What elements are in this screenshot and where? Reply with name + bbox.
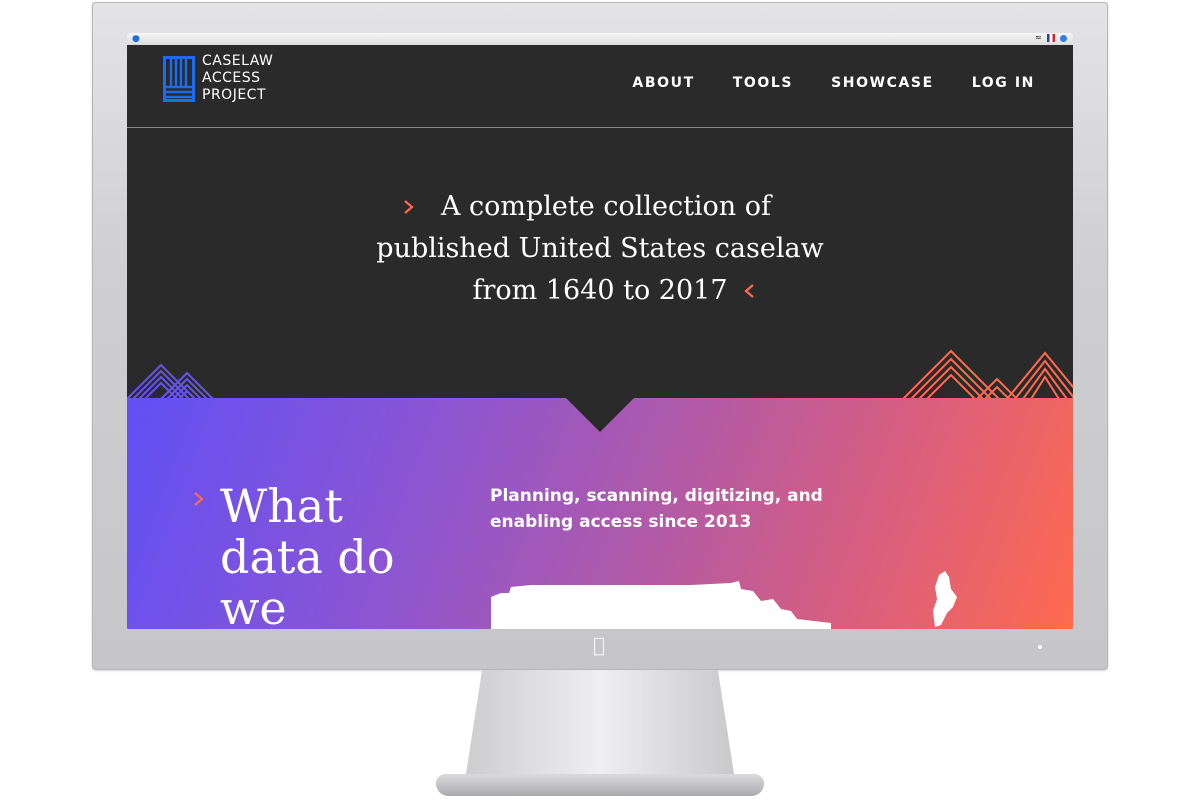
hero-line-2: published United States caselaw (376, 233, 824, 264)
nav-showcase[interactable]: SHOWCASE (831, 75, 934, 91)
apple-logo-icon:  (588, 634, 610, 656)
site-header: CASELAW ACCESS PROJECT ABOUT TOOLS SHOWC… (127, 45, 1073, 128)
status-dot-icon[interactable] (1060, 34, 1067, 42)
screen: ● ≈ CASELAW ACCESS PROJECT ABOUT TOOLS S… (127, 33, 1073, 629)
maine-map-illustration (933, 571, 957, 627)
flag-icon[interactable] (1047, 34, 1055, 42)
caselaw-logo-icon[interactable] (163, 56, 195, 102)
nav-about[interactable]: ABOUT (632, 75, 694, 91)
nav-tools[interactable]: TOOLS (733, 75, 793, 91)
mountains-left-decoration (127, 363, 214, 399)
mountains-right-decoration (903, 349, 1073, 399)
power-indicator (1038, 645, 1042, 649)
hero-line-3: from 1640 to 2017 (472, 275, 728, 306)
chevron-right-icon (194, 492, 204, 506)
us-map-illustration (491, 581, 831, 629)
hero-line-1: A complete collection of (440, 191, 772, 222)
wifi-icon[interactable]: ≈ (1035, 34, 1042, 42)
main-nav: ABOUT TOOLS SHOWCASE LOG IN (632, 75, 1035, 91)
logo-line-1: CASELAW (202, 53, 274, 69)
monitor-stand-base (436, 774, 764, 796)
logo-line-3: PROJECT (202, 87, 266, 103)
logo-text[interactable]: CASELAW ACCESS PROJECT (202, 53, 273, 104)
section-tagline: Planning, scanning, digitizing, and enab… (490, 486, 823, 532)
section-title: What data do we (220, 479, 395, 630)
nav-login[interactable]: LOG IN (972, 75, 1035, 91)
apple-menu-icon[interactable]: ● (132, 33, 140, 45)
logo-line-2: ACCESS (202, 70, 261, 86)
chevron-left-icon (744, 284, 754, 298)
monitor-stand (466, 670, 734, 774)
section-notch (566, 398, 634, 432)
menubar-status: ≈ (1035, 34, 1067, 42)
